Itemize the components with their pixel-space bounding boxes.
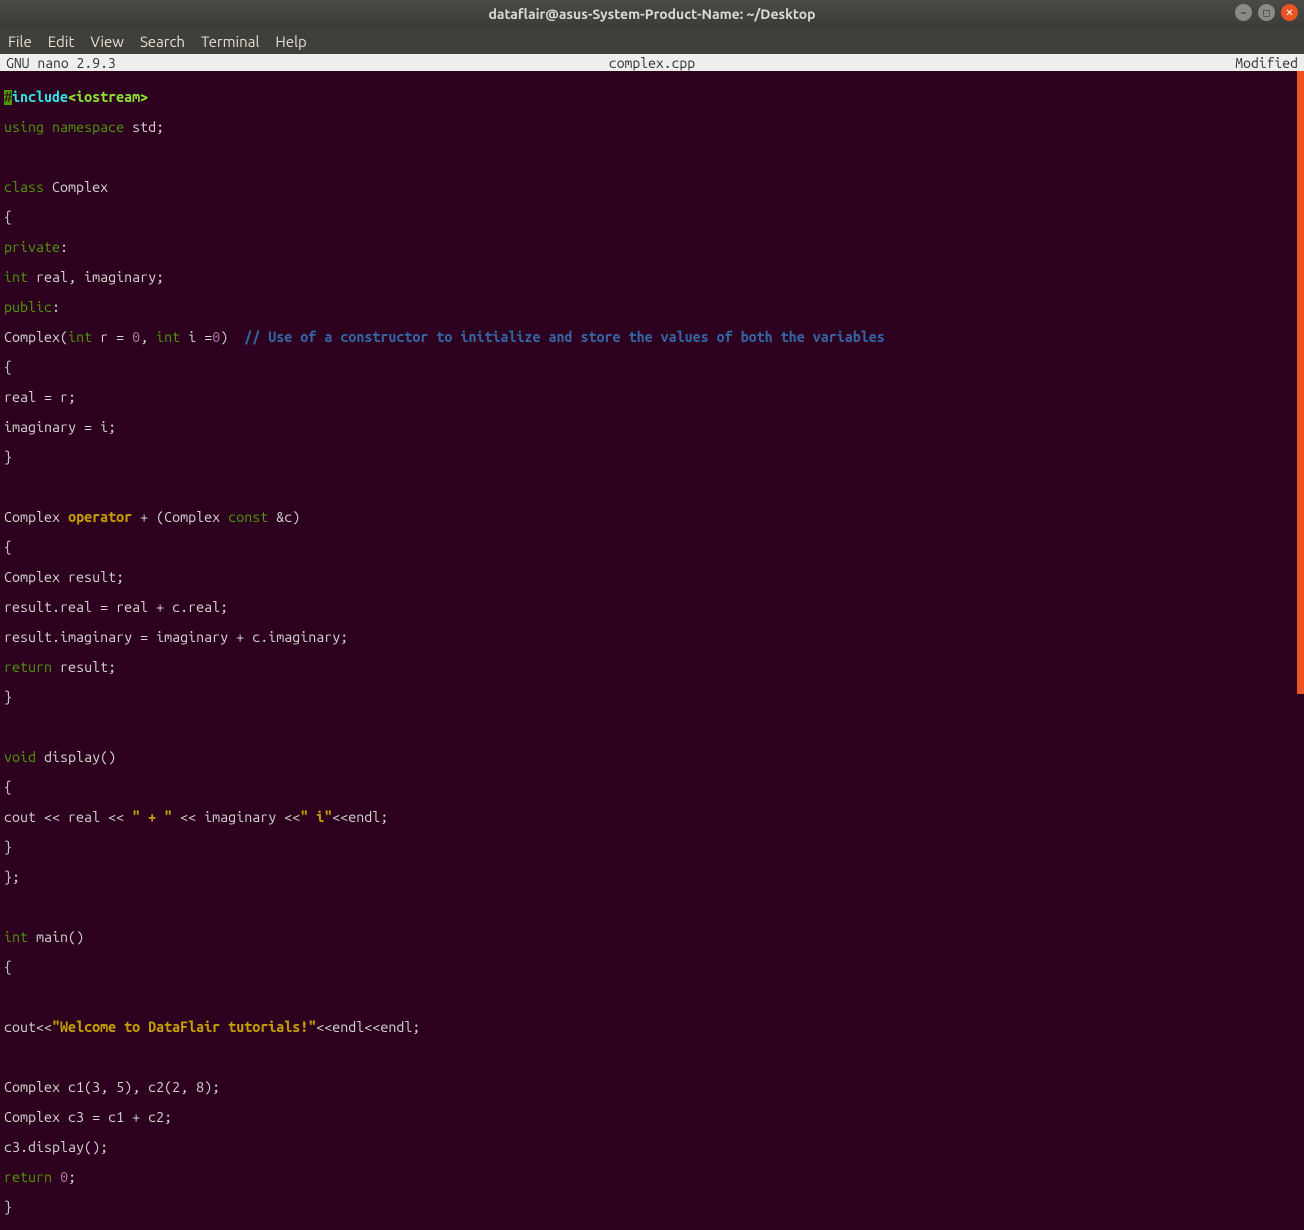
code-line xyxy=(4,480,1300,495)
code-line: } xyxy=(4,690,1300,705)
code-line: } xyxy=(4,840,1300,855)
code-line: { xyxy=(4,960,1300,975)
code-line: } xyxy=(4,450,1300,465)
code-line: return 0; xyxy=(4,1170,1300,1185)
menubar: File Edit View Search Terminal Help xyxy=(0,28,1304,54)
code-line: int main() xyxy=(4,930,1300,945)
code-line: Complex result; xyxy=(4,570,1300,585)
code-line: private: xyxy=(4,240,1300,255)
code-line: { xyxy=(4,780,1300,795)
code-line: } xyxy=(4,1200,1300,1215)
editor-area[interactable]: #include<iostream> using namespace std; … xyxy=(0,71,1304,694)
nano-statusbar: GNU nano 2.9.3 complex.cpp Modified xyxy=(0,54,1304,71)
code-line xyxy=(4,1050,1300,1065)
code-line: { xyxy=(4,360,1300,375)
code-line xyxy=(4,720,1300,735)
window-title: dataflair@asus-System-Product-Name: ~/De… xyxy=(488,6,815,22)
maximize-icon[interactable]: ◻ xyxy=(1258,4,1275,21)
code-line xyxy=(4,990,1300,1005)
code-line: real = r; xyxy=(4,390,1300,405)
nano-filename: complex.cpp xyxy=(0,55,1304,71)
code-line: c3.display(); xyxy=(4,1140,1300,1155)
code-line: void display() xyxy=(4,750,1300,765)
code-line: cout << real << " + " << imaginary <<" i… xyxy=(4,810,1300,825)
code-line xyxy=(4,150,1300,165)
code-line: int real, imaginary; xyxy=(4,270,1300,285)
menu-file[interactable]: File xyxy=(8,33,32,50)
close-icon[interactable]: ✕ xyxy=(1281,4,1298,21)
code-line: imaginary = i; xyxy=(4,420,1300,435)
code-line: { xyxy=(4,540,1300,555)
code-line: public: xyxy=(4,300,1300,315)
code-line: { xyxy=(4,210,1300,225)
window-controls: – ◻ ✕ xyxy=(1235,4,1298,21)
minimize-icon[interactable]: – xyxy=(1235,4,1252,21)
code-line: class Complex xyxy=(4,180,1300,195)
code-line: }; xyxy=(4,870,1300,885)
code-line: result.real = real + c.real; xyxy=(4,600,1300,615)
code-line: Complex(int r = 0, int i =0) // Use of a… xyxy=(4,330,1300,345)
code-line: result.imaginary = imaginary + c.imagina… xyxy=(4,630,1300,645)
code-line: cout<<"Welcome to DataFlair tutorials!"<… xyxy=(4,1020,1300,1035)
menu-view[interactable]: View xyxy=(90,33,124,50)
right-edge-strip xyxy=(1297,71,1304,694)
menu-terminal[interactable]: Terminal xyxy=(201,33,259,50)
code-line: using namespace std; xyxy=(4,120,1300,135)
code-line xyxy=(4,900,1300,915)
code-line: Complex operator + (Complex const &c) xyxy=(4,510,1300,525)
menu-edit[interactable]: Edit xyxy=(48,33,75,50)
cursor: # xyxy=(4,90,12,105)
code-line: return result; xyxy=(4,660,1300,675)
code-line: Complex c3 = c1 + c2; xyxy=(4,1110,1300,1125)
nano-modified: Modified xyxy=(1235,55,1298,71)
window-titlebar: dataflair@asus-System-Product-Name: ~/De… xyxy=(0,0,1304,28)
menu-search[interactable]: Search xyxy=(140,33,185,50)
code-line: #include<iostream> xyxy=(4,90,1300,105)
code-line: Complex c1(3, 5), c2(2, 8); xyxy=(4,1080,1300,1095)
menu-help[interactable]: Help xyxy=(275,33,306,50)
